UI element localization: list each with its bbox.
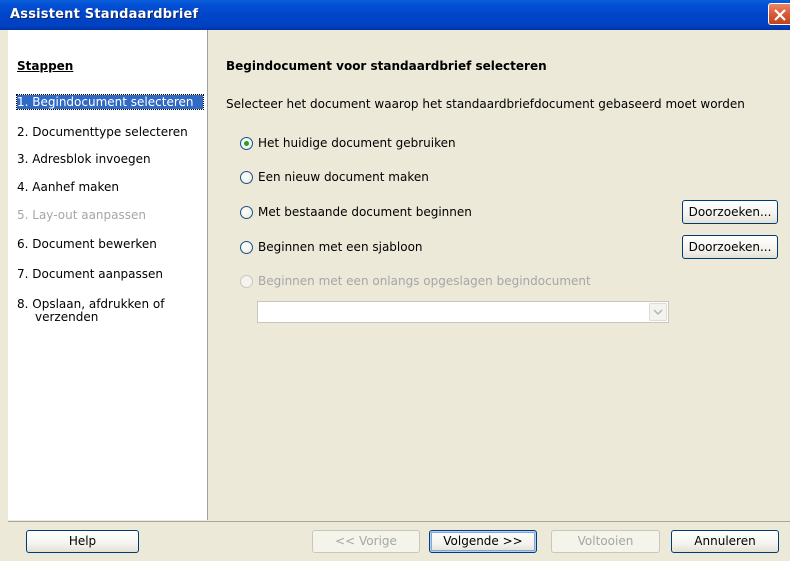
step-item-layout: 5. Lay-out aanpassen — [17, 208, 146, 222]
browse-template-button[interactable]: Doorzoeken... — [682, 235, 778, 259]
close-icon — [774, 9, 786, 21]
step-item-document-bewerken[interactable]: 6. Document bewerken — [17, 237, 203, 251]
steps-panel: Stappen 1. Begindocument selecteren 2. D… — [8, 30, 208, 520]
step-item-aanhef[interactable]: 4. Aanhef maken — [17, 180, 203, 194]
step-item-documenttype[interactable]: 2. Documenttype selecteren — [17, 125, 203, 139]
window-title: Assistent Standaardbrief — [10, 7, 199, 22]
radio-icon[interactable] — [240, 170, 253, 184]
option-label: Met bestaande document beginnen — [258, 205, 472, 219]
step-item-opslaan[interactable]: 8. Opslaan, afdrukken of — [17, 297, 203, 311]
radio-checked-icon[interactable] — [240, 136, 253, 150]
option-recent-document: Beginnen met een onlangs opgeslagen begi… — [240, 274, 591, 288]
title-bar[interactable]: Assistent Standaardbrief — [0, 0, 790, 30]
option-label: Beginnen met een onlangs opgeslagen begi… — [258, 274, 591, 288]
next-button[interactable]: Volgende >> — [429, 530, 537, 553]
option-new-document[interactable]: Een nieuw document maken — [240, 170, 429, 184]
dropdown-arrow — [649, 303, 667, 321]
help-button[interactable]: Help — [26, 530, 139, 553]
step-item-opslaan-line2[interactable]: verzenden — [35, 310, 221, 324]
radio-icon[interactable] — [240, 205, 253, 219]
cancel-button[interactable]: Annuleren — [671, 530, 779, 553]
page-description: Selecteer het document waarop het standa… — [226, 97, 745, 111]
recent-document-select — [257, 301, 669, 323]
option-current-document[interactable]: Het huidige document gebruiken — [240, 136, 456, 150]
previous-button: << Vorige — [312, 530, 420, 553]
chevron-down-icon — [653, 309, 663, 316]
page-heading: Begindocument voor standaardbrief select… — [226, 59, 547, 73]
option-label: Beginnen met een sjabloon — [258, 240, 423, 254]
browse-existing-button[interactable]: Doorzoeken... — [682, 200, 778, 224]
step-item-begindocument[interactable]: 1. Begindocument selecteren — [16, 94, 204, 110]
footer-divider — [8, 521, 790, 522]
content-panel: Begindocument voor standaardbrief select… — [209, 30, 790, 520]
radio-disabled-icon — [240, 274, 253, 288]
step-item-document-aanpassen[interactable]: 7. Document aanpassen — [17, 267, 203, 281]
step-item-adresblok[interactable]: 3. Adresblok invoegen — [17, 152, 203, 166]
option-existing-document[interactable]: Met bestaande document beginnen — [240, 205, 472, 219]
close-button[interactable] — [768, 3, 790, 25]
option-template[interactable]: Beginnen met een sjabloon — [240, 240, 423, 254]
steps-title: Stappen — [17, 59, 74, 73]
window-body: Stappen 1. Begindocument selecteren 2. D… — [0, 30, 790, 561]
option-label: Een nieuw document maken — [258, 170, 429, 184]
finish-button: Voltooien — [551, 530, 660, 553]
radio-icon[interactable] — [240, 240, 253, 254]
option-label: Het huidige document gebruiken — [258, 136, 456, 150]
